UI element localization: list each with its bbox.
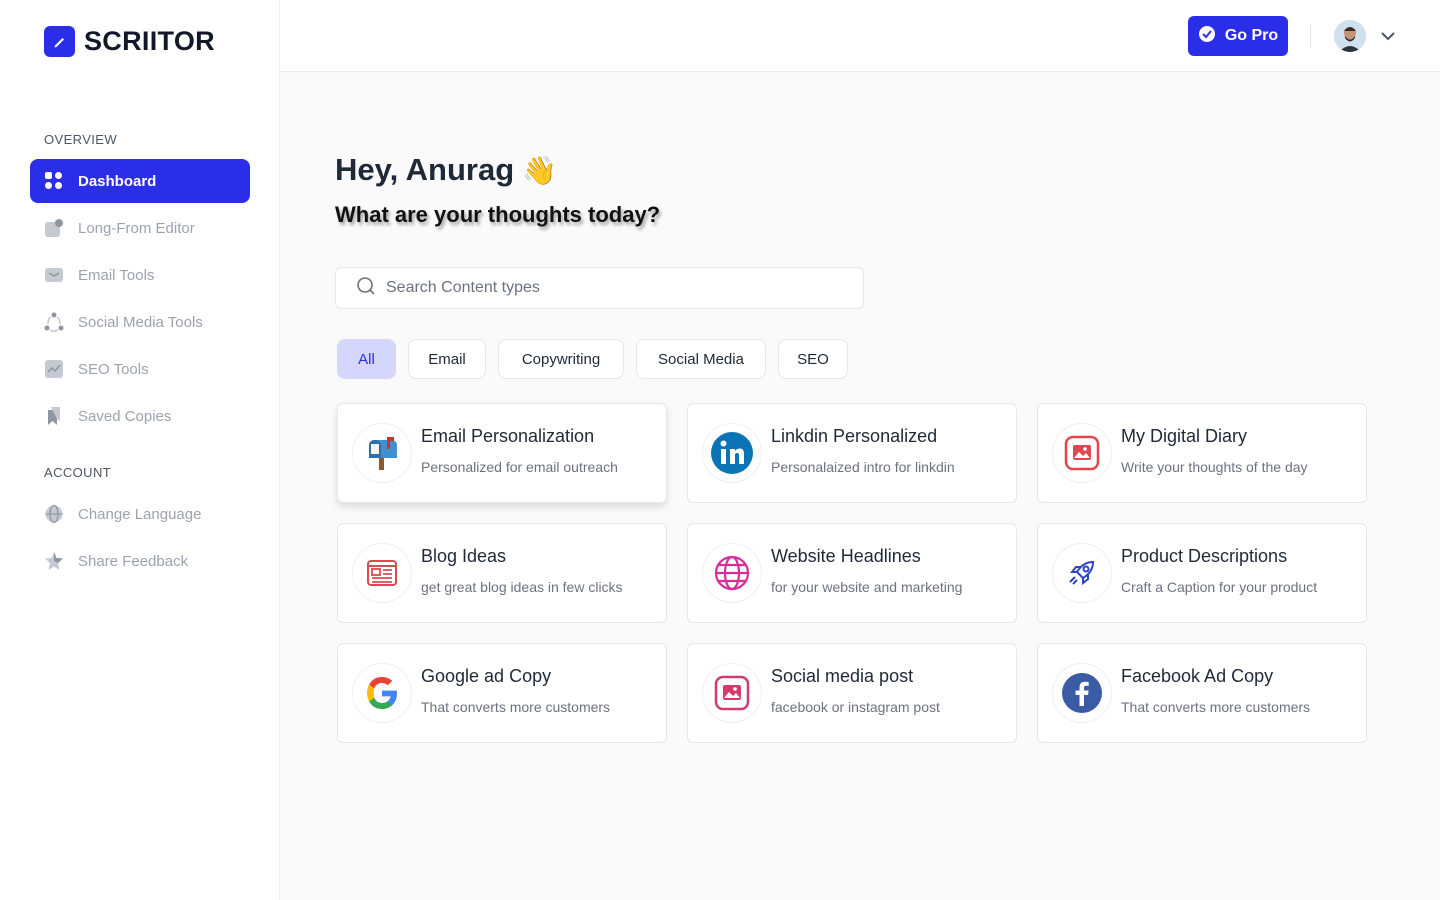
avatar[interactable] <box>1334 20 1366 52</box>
header-divider <box>1310 24 1311 48</box>
go-pro-label: Go Pro <box>1224 27 1279 44</box>
sidebar-item-label: Email Tools <box>78 266 155 284</box>
sidebar-item-label: Long-From Editor <box>78 219 195 237</box>
image-icon <box>702 663 762 723</box>
card-description: for your website and marketing <box>771 579 963 595</box>
sidebar-item-seo-tools[interactable]: SEO Tools <box>30 347 250 391</box>
logo[interactable]: SCRIITOR <box>44 26 215 57</box>
sidebar-item-long-form-editor[interactable]: Long-From Editor <box>30 206 250 250</box>
card-title: Google ad Copy <box>421 666 552 686</box>
card-facebook-ad-copy[interactable]: Facebook Ad Copy That converts more cust… <box>1037 643 1367 743</box>
sidebar-item-label: Dashboard <box>78 172 157 190</box>
card-title: Facebook Ad Copy <box>1121 666 1274 686</box>
card-website-headlines[interactable]: Website Headlines for your website and m… <box>687 523 1017 623</box>
card-description: Personalized for email outreach <box>421 459 618 475</box>
check-circle-icon <box>1198 25 1216 48</box>
card-description: get great blog ideas in few clicks <box>421 579 623 595</box>
filter-chip-email[interactable]: Email <box>408 339 486 379</box>
star-icon <box>44 551 64 571</box>
image-icon <box>1052 423 1112 483</box>
globe-icon <box>702 543 762 603</box>
linkedin-icon <box>702 423 762 483</box>
card-email-personalization[interactable]: Email Personalization Personalized for e… <box>337 403 667 503</box>
sidebar-item-change-language[interactable]: Change Language <box>30 492 250 536</box>
sidebar-item-label: Change Language <box>78 505 202 523</box>
edit-icon <box>44 218 64 238</box>
mailbox-icon <box>352 423 412 483</box>
wave-emoji: 👋 <box>522 154 558 186</box>
sidebar-item-social-media-tools[interactable]: Social Media Tools <box>30 300 250 344</box>
card-blog-ideas[interactable]: Blog Ideas get great blog ideas in few c… <box>337 523 667 623</box>
card-title: Blog Ideas <box>421 546 507 566</box>
top-bar: Go Pro <box>280 0 1440 72</box>
card-title: Website Headlines <box>771 546 921 566</box>
card-description: Write your thoughts of the day <box>1121 459 1308 475</box>
sidebar-item-label: Saved Copies <box>78 407 172 425</box>
sidebar-item-saved-copies[interactable]: Saved Copies <box>30 394 250 438</box>
sidebar-item-email-tools[interactable]: Email Tools <box>30 253 250 297</box>
filter-chip-copywriting[interactable]: Copywriting <box>498 339 624 379</box>
card-description: That converts more customers <box>1121 699 1311 715</box>
newspaper-icon <box>352 543 412 603</box>
filter-chip-seo[interactable]: SEO <box>778 339 848 379</box>
card-title: Email Personalization <box>421 426 595 446</box>
grid-icon <box>44 171 64 191</box>
overview-label: OVERVIEW <box>44 132 118 147</box>
go-pro-button[interactable]: Go Pro <box>1188 16 1288 56</box>
page-title: Hey, Anurag 👋 <box>335 152 557 188</box>
card-description: Personalaized intro for linkdin <box>771 459 955 475</box>
sidebar-item-share-feedback[interactable]: Share Feedback <box>30 539 250 583</box>
card-title: My Digital Diary <box>1121 426 1248 446</box>
google-icon <box>352 663 412 723</box>
rocket-icon <box>1052 543 1112 603</box>
chevron-down-icon[interactable] <box>1378 26 1398 46</box>
mail-icon <box>44 265 64 285</box>
facebook-icon <box>1052 663 1112 723</box>
filter-chip-social-media[interactable]: Social Media <box>636 339 766 379</box>
search-icon <box>356 276 376 301</box>
card-product-descriptions[interactable]: Product Descriptions Craft a Caption for… <box>1037 523 1367 623</box>
pencil-icon <box>44 26 75 57</box>
card-description: Craft a Caption for your product <box>1121 579 1318 595</box>
account-label: ACCOUNT <box>44 465 112 480</box>
card-description: facebook or instagram post <box>771 699 940 715</box>
card-title: Social media post <box>771 666 914 686</box>
globe-icon <box>44 504 64 524</box>
card-social-media-post[interactable]: Social media post facebook or instagram … <box>687 643 1017 743</box>
card-title: Product Descriptions <box>1121 546 1288 566</box>
card-my-digital-diary[interactable]: My Digital Diary Write your thoughts of … <box>1037 403 1367 503</box>
sidebar-item-label: Social Media Tools <box>78 313 203 331</box>
bookmark-icon <box>44 406 64 426</box>
greeting-text: Hey, Anurag <box>335 152 515 187</box>
share-icon <box>44 312 64 332</box>
sidebar-item-dashboard[interactable]: Dashboard <box>30 159 250 203</box>
search-input[interactable] <box>386 279 826 297</box>
card-google-ad-copy[interactable]: Google ad Copy That converts more custom… <box>337 643 667 743</box>
chart-icon <box>44 359 64 379</box>
search-bar <box>335 267 864 309</box>
card-description: That converts more customers <box>421 699 611 715</box>
card-linkedin-personalized[interactable]: Linkdin Personalized Personalaized intro… <box>687 403 1017 503</box>
sidebar-item-label: SEO Tools <box>78 360 149 378</box>
app-name: SCRIITOR <box>84 26 215 56</box>
sidebar-item-label: Share Feedback <box>78 552 189 570</box>
page-subtitle: What are your thoughts today? <box>335 202 661 227</box>
card-title: Linkdin Personalized <box>771 426 938 446</box>
filter-chip-all[interactable]: All <box>337 339 396 379</box>
sidebar: SCRIITOR OVERVIEW Dashboard Long-From Ed… <box>0 0 280 900</box>
